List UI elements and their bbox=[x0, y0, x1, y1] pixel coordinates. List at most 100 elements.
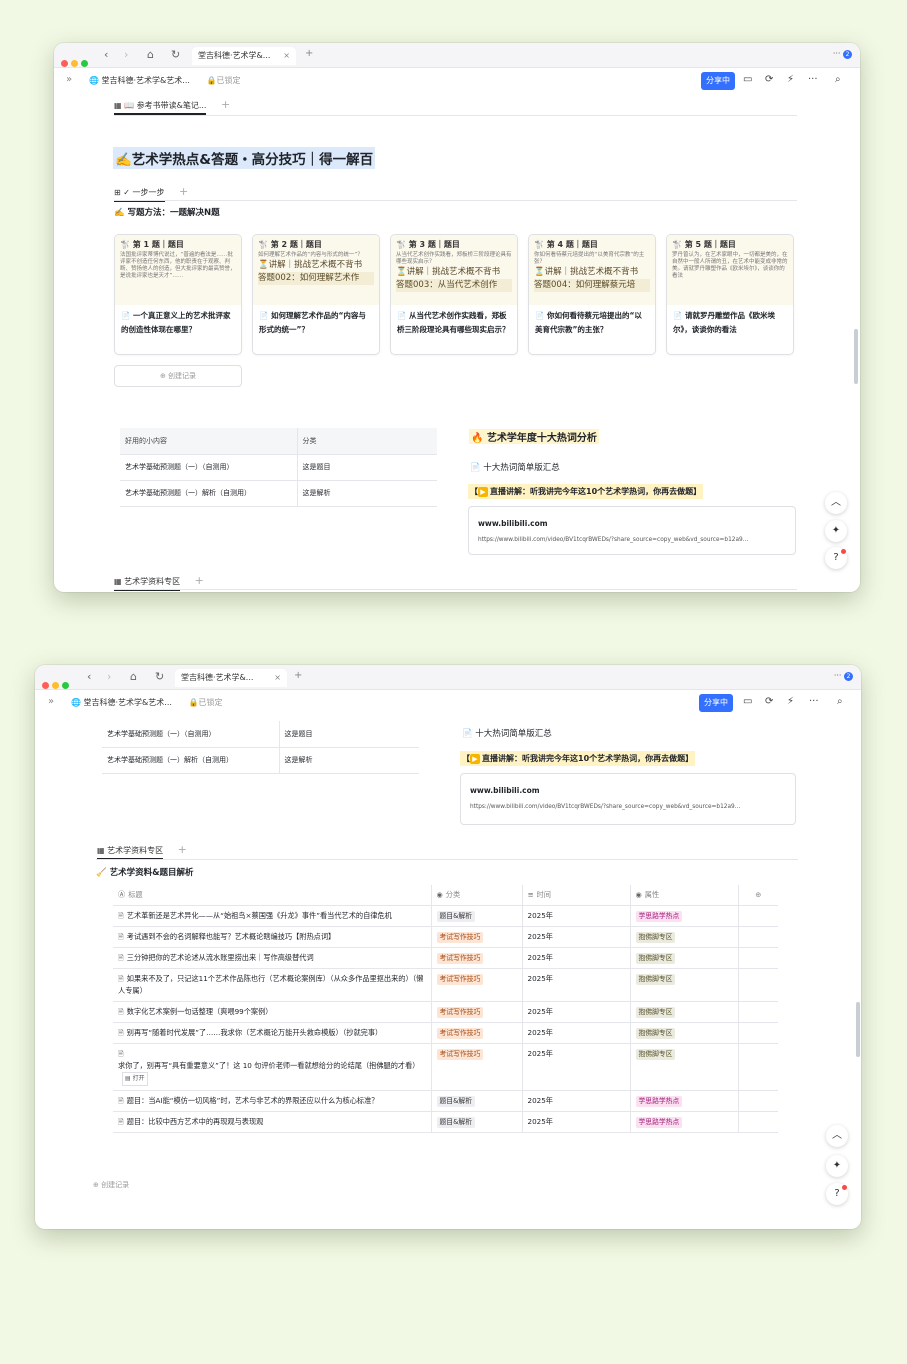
category-cell[interactable]: 考试写作技巧 bbox=[431, 926, 523, 948]
notification-badge[interactable]: ··· 2 bbox=[834, 671, 853, 681]
attribute-cell[interactable]: 抱佛脚专区 bbox=[630, 1043, 739, 1091]
notification-badge[interactable]: ··· 2 bbox=[833, 49, 852, 59]
share-button[interactable]: 分享中 bbox=[699, 694, 733, 712]
open-record-button[interactable]: ▤ 打开 bbox=[122, 1072, 148, 1086]
create-record-button[interactable]: ⊕ 创建记录 bbox=[114, 365, 242, 387]
time-cell[interactable]: 2025年 bbox=[522, 1022, 631, 1044]
scroll-top-button[interactable]: ︿ bbox=[826, 1125, 848, 1147]
title-cell[interactable]: 🗎 别再写“随着时代发展”了……我求你（艺术概论万能开头救命模版）（抄就完事） bbox=[113, 1022, 432, 1044]
magic-icon[interactable]: ⚡ bbox=[787, 696, 794, 707]
home-icon[interactable]: ⌂ bbox=[147, 48, 154, 61]
table-row[interactable]: 🗎 题目：当AI能“模仿一切风格”时，艺术与非艺术的界限还应以什么为核心标准？ 题目… bbox=[113, 1090, 778, 1112]
title-cell[interactable]: 🗎 题目：当AI能“模仿一切风格”时，艺术与非艺术的界限还应以什么为核心标准？ bbox=[113, 1090, 432, 1112]
table-row[interactable]: 🗎 三分钟把你的艺术论述从流水账里捞出来｜写作高级替代词 考试写作技巧 2025年 抱佛… bbox=[113, 947, 778, 969]
expand-sidebar-icon[interactable]: » bbox=[66, 74, 72, 85]
table-row[interactable]: 🗎 别再写“随着时代发展”了……我求你（艺术概论万能开头救命模版）（抄就完事） 考试… bbox=[113, 1022, 778, 1044]
browser-tab[interactable]: 堂吉科德·艺术学&... × bbox=[175, 669, 287, 687]
table-row[interactable]: 🗎 题目：比较中西方艺术中的再现观与表现观 题目&解析 2025年 学思路学热点 bbox=[113, 1111, 778, 1133]
new-tab-icon[interactable]: + bbox=[305, 48, 313, 59]
time-cell[interactable]: 2025年 bbox=[522, 1111, 631, 1133]
expand-sidebar-icon[interactable]: » bbox=[48, 696, 54, 707]
column-title[interactable]: Ⓐ 标题 bbox=[113, 885, 432, 906]
question-card-5[interactable]: 🐩 第 5 题｜题目 罗丹曾认为，在艺术家眼中，一切都是美的，在自然中一般人所谓… bbox=[666, 234, 794, 355]
breadcrumb[interactable]: 🌐 堂吉科德·艺术学&艺术... 🔒已锁定 bbox=[89, 75, 240, 86]
comment-icon[interactable]: ▭ bbox=[743, 74, 752, 85]
help-button[interactable]: ? bbox=[825, 547, 847, 569]
column-category[interactable]: ◉ 分类 bbox=[431, 885, 523, 906]
sync-icon[interactable]: ⟳ bbox=[765, 74, 773, 85]
maximize-window-button[interactable] bbox=[62, 682, 69, 689]
category-cell[interactable]: 考试写作技巧 bbox=[431, 1022, 523, 1044]
close-window-button[interactable] bbox=[61, 60, 68, 67]
live-explain-line[interactable]: 【▶ 直播讲解：听我讲完今年这10个艺术学热词，你再去做题】 bbox=[468, 484, 704, 499]
minimize-window-button[interactable] bbox=[71, 60, 78, 67]
attribute-cell[interactable]: 抱佛脚专区 bbox=[630, 947, 739, 969]
category-cell[interactable]: 题目&解析 bbox=[431, 905, 523, 927]
title-cell[interactable]: 🗎求你了，别再写“具有重要意义”了！这 10 句评价老师一看就想给分的论结尾（抱… bbox=[113, 1043, 432, 1091]
forward-icon[interactable]: › bbox=[107, 670, 111, 683]
table-row[interactable]: 🗎 艺术革新还是艺术异化——从“始祖鸟×蔡国强《升龙》事件”看当代艺术的自律危机题… bbox=[113, 905, 778, 927]
browser-tab[interactable]: 堂吉科德·艺术学&... × bbox=[192, 47, 296, 65]
attribute-cell[interactable]: 抱佛脚专区 bbox=[630, 968, 739, 1002]
title-cell[interactable]: 🗎 艺术革新还是艺术异化——从“始祖鸟×蔡国强《升龙》事件”看当代艺术的自律危机 bbox=[113, 905, 432, 927]
tab-reference-notes[interactable]: ▦ 📖 参考书带读&笔记... bbox=[114, 101, 207, 115]
scrollbar[interactable] bbox=[854, 329, 858, 384]
close-window-button[interactable] bbox=[42, 682, 49, 689]
table-row[interactable]: 🗎 考试遇到不会的名词解释也能写？艺术概论瞎编技巧【附热点词】 考试写作技巧 2025… bbox=[113, 926, 778, 948]
category-cell[interactable]: 考试写作技巧 bbox=[431, 1043, 523, 1091]
attribute-cell[interactable]: 学思路学热点 bbox=[630, 1111, 739, 1133]
hotwords-doc-link[interactable]: 📄 十大热词简单版汇总 bbox=[462, 727, 552, 739]
time-cell[interactable]: 2025年 bbox=[522, 926, 631, 948]
forward-icon[interactable]: › bbox=[124, 48, 128, 61]
ai-sparkle-button[interactable]: ✦ bbox=[825, 520, 847, 542]
title-cell[interactable]: 🗎 如果来不及了，只记这11个艺术作品陈也行（艺术概论案例库）（从众多作品里抠出来… bbox=[113, 968, 432, 1002]
time-cell[interactable]: 2025年 bbox=[522, 1043, 631, 1091]
attribute-cell[interactable]: 抱佛脚专区 bbox=[630, 926, 739, 948]
question-card-3[interactable]: 🐩 第 3 题｜题目 从当代艺术创作实践看，郑板桥三阶段理论具有哪些现实启示？ … bbox=[390, 234, 518, 355]
home-icon[interactable]: ⌂ bbox=[130, 670, 137, 683]
attribute-cell[interactable]: 学思路学热点 bbox=[630, 1090, 739, 1112]
title-cell[interactable]: 🗎 考试遇到不会的名词解释也能写？艺术概论瞎编技巧【附热点词】 bbox=[113, 926, 432, 948]
hotwords-doc-link[interactable]: 📄 十大热词简单版汇总 bbox=[470, 461, 560, 473]
question-card-2[interactable]: 🐩 第 2 题｜题目 如何理解艺术作品的“内容与形式的统一”？ ⏳讲解｜挑战艺术… bbox=[252, 234, 380, 355]
reload-icon[interactable]: ↻ bbox=[155, 670, 164, 683]
scrollbar[interactable] bbox=[856, 1002, 860, 1057]
column-time[interactable]: ≡ 时间 bbox=[522, 885, 631, 906]
comment-icon[interactable]: ▭ bbox=[743, 696, 752, 707]
reload-icon[interactable]: ↻ bbox=[171, 48, 180, 61]
more-icon[interactable]: ··· bbox=[809, 696, 819, 707]
time-cell[interactable]: 2025年 bbox=[522, 1090, 631, 1112]
question-card-1[interactable]: 🐩 第 1 题｜题目 法国批评家蒂博代说过，“普遍的看法是……批评家不创造任何东… bbox=[114, 234, 242, 355]
create-record-button[interactable]: ⊕ 创建记录 bbox=[93, 1176, 165, 1194]
time-cell[interactable]: 2025年 bbox=[522, 905, 631, 927]
category-cell[interactable]: 题目&解析 bbox=[431, 1090, 523, 1112]
column-attribute[interactable]: ◉ 属性 bbox=[630, 885, 739, 906]
close-tab-icon[interactable]: × bbox=[283, 47, 290, 65]
title-cell[interactable]: 🗎 题目：比较中西方艺术中的再现观与表现观 bbox=[113, 1111, 432, 1133]
share-button[interactable]: 分享中 bbox=[701, 72, 735, 90]
table-row[interactable]: 🗎 数字化艺术案例一句话整理（爽喂99个案例） 考试写作技巧 2025年 抱佛脚专区 bbox=[113, 1001, 778, 1023]
time-cell[interactable]: 2025年 bbox=[522, 1001, 631, 1023]
back-icon[interactable]: ‹ bbox=[104, 48, 108, 61]
title-cell[interactable]: 🗎 数字化艺术案例一句话整理（爽喂99个案例） bbox=[113, 1001, 432, 1023]
search-icon[interactable]: ⌕ bbox=[835, 74, 841, 85]
question-card-4[interactable]: 🐩 第 4 题｜题目 你如何看待蔡元培提出的“以美育代宗教”的主张？ ⏳讲解｜挑… bbox=[528, 234, 656, 355]
table-row[interactable]: 艺术学基础预测题（一）解析（自测用） 这是解析 bbox=[102, 747, 419, 774]
add-column-icon[interactable]: ⊕ bbox=[738, 885, 778, 906]
maximize-window-button[interactable] bbox=[81, 60, 88, 67]
search-icon[interactable]: ⌕ bbox=[837, 696, 843, 707]
table-row[interactable]: 🗎求你了，别再写“具有重要意义”了！这 10 句评价老师一看就想给分的论结尾（抱… bbox=[113, 1043, 778, 1091]
help-button[interactable]: ? bbox=[826, 1183, 848, 1205]
add-tab-icon[interactable]: + bbox=[195, 574, 204, 587]
category-cell[interactable]: 考试写作技巧 bbox=[431, 947, 523, 969]
new-tab-icon[interactable]: + bbox=[294, 670, 302, 681]
category-cell[interactable]: 题目&解析 bbox=[431, 1111, 523, 1133]
time-cell[interactable]: 2025年 bbox=[522, 968, 631, 1002]
category-cell[interactable]: 考试写作技巧 bbox=[431, 1001, 523, 1023]
ai-sparkle-button[interactable]: ✦ bbox=[826, 1155, 848, 1177]
add-view-icon[interactable]: + bbox=[179, 185, 188, 198]
table-row[interactable]: 艺术学基础预测题（一）（自测用） 这是题目 bbox=[102, 721, 419, 748]
scroll-top-button[interactable]: ︿ bbox=[825, 492, 847, 514]
add-tab-icon[interactable]: + bbox=[221, 98, 230, 111]
time-cell[interactable]: 2025年 bbox=[522, 947, 631, 969]
